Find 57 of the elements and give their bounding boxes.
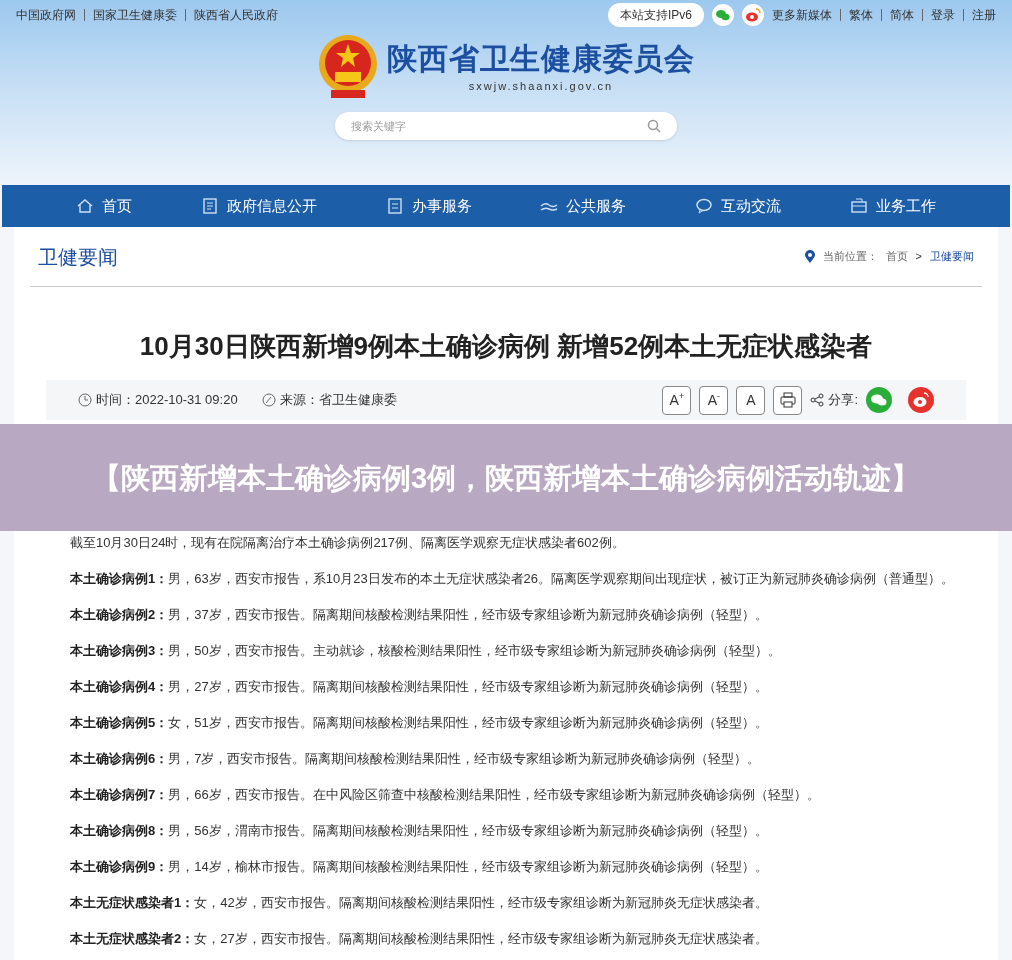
top-link[interactable]: 中国政府网 [16,6,76,24]
paragraph: 本土确诊病例6：男，7岁，西安市报告。隔离期间核酸检测结果阳性，经市级专家组诊断为新冠肺炎确诊病例（轻型）。 [70,750,762,768]
chat-icon [694,197,713,215]
paragraph: 本土确诊病例7：男，66岁，西安市报告。在中风险区筛查中核酸检测结果阳性，经市级专家组诊断为新冠肺炎确诊病例（轻型）。 [70,786,821,804]
more-media-link[interactable]: 更多新媒体 [772,6,832,24]
paragraph: 截至10月30日24时，现有在院隔离治疗本土确诊病例217例、隔离医学观察无症状感染者602例。 [70,534,626,552]
ipv6-badge: 本站支持IPv6 [608,3,704,27]
search-icon[interactable] [647,119,661,133]
font-size-button[interactable]: A$^{+}$ [662,385,692,415]
article-source: 来源：省卫生健康委 [279,391,397,410]
top-link[interactable]: 注册 [972,6,996,24]
document-icon [201,197,219,215]
breadcrumb-separator: > [915,249,922,265]
site-domain: sxwjw.shaanxi.gov.cn [468,78,614,94]
paragraph: 本土确诊病例4：男，27岁，西安市报告。隔离期间核酸检测结果阳性，经市级专家组诊断为新冠肺炎确诊病例（轻型）。 [70,678,769,696]
briefcase-icon [849,197,868,215]
top-link[interactable]: 简体 [890,6,914,24]
breadcrumb-link[interactable]: 卫健要闻 [930,248,974,265]
nav-item[interactable]: 公共服务 [540,194,627,218]
share-label: 分享: [828,391,858,410]
paragraph: 本土无症状感染者1：女，42岁，西安市报告。隔离期间核酸检测结果阳性，经市级专家组诊断为新冠肺炎无症状感染者。 [70,894,769,912]
top-link[interactable]: 繁体 [849,6,873,24]
nav-item[interactable]: 首页 [76,194,133,218]
paragraph: 本土确诊病例2：男，37岁，西安市报告。隔离期间核酸检测结果阳性，经市级专家组诊断为新冠肺炎确诊病例（轻型）。 [70,606,769,624]
print-button[interactable] [773,385,803,415]
top-link[interactable]: 陕西省人民政府 [194,6,278,24]
national-emblem-icon [317,34,380,100]
publish-time: 时间：2022-10-31 09:20 [96,391,238,410]
paragraph: 本土确诊病例8：男，56岁，渭南市报告。隔离期间核酸检测结果阳性，经市级专家组诊断为新冠肺炎确诊病例（轻型）。 [70,822,769,840]
section-title: 卫健要闻 [38,244,118,270]
breadcrumb-link[interactable]: 首页 [885,248,908,265]
top-link[interactable]: 登录 [931,6,955,24]
home-icon [76,197,95,215]
nav-item[interactable]: 业务工作 [849,194,936,218]
list-icon [385,197,404,215]
nav-item[interactable]: 政府信息公开 [201,194,317,218]
top-link[interactable]: 国家卫生健康委 [93,6,177,24]
font-size-button[interactable]: A$^{-}$ [699,385,729,415]
paragraph: 本土确诊病例5：女，51岁，西安市报告。隔离期间核酸检测结果阳性，经市级专家组诊断为新冠肺炎确诊病例（轻型）。 [70,714,769,732]
font-size-button[interactable]: A [736,385,766,415]
article-title: 10月30日陕西新增9例本土确诊病例 新增52例本土无症状感染者 [138,330,874,363]
site-title: 陕西省卫生健康委员会 [387,41,695,77]
paragraph: 本土确诊病例9：男，14岁，榆林市报告。隔离期间核酸检测结果阳性，经市级专家组诊断为新冠肺炎确诊病例（轻型）。 [70,858,769,876]
eye-logo-icon[interactable] [908,387,934,413]
printer-icon [779,392,796,408]
nav-item[interactable]: 互动交流 [694,194,781,218]
share-icon [810,393,825,407]
nav-item[interactable]: 办事服务 [385,194,472,218]
clock-icon [78,393,92,407]
chat-bubbles-icon[interactable] [866,387,892,413]
location-label: 当前位置： [822,249,878,265]
chat-bubbles-icon[interactable] [712,4,734,26]
paragraph: 本土确诊病例3：男，50岁，西安市报告。主动就诊，核酸检测结果阳性，经市级专家组诊断为新冠肺炎确诊病例（轻型）。 [70,642,782,660]
overlay-banner: 【陕西新增本土确诊病例3例，陕西新增本土确诊病例活动轨迹】 [0,424,1012,531]
location-pin-icon [804,250,815,263]
eye-logo-icon[interactable] [742,4,764,26]
paragraph: 本土无症状感染者2：女，27岁，西安市报告。隔离期间核酸检测结果阳性，经市级专家组诊断为新冠肺炎无症状感染者。 [70,930,769,948]
